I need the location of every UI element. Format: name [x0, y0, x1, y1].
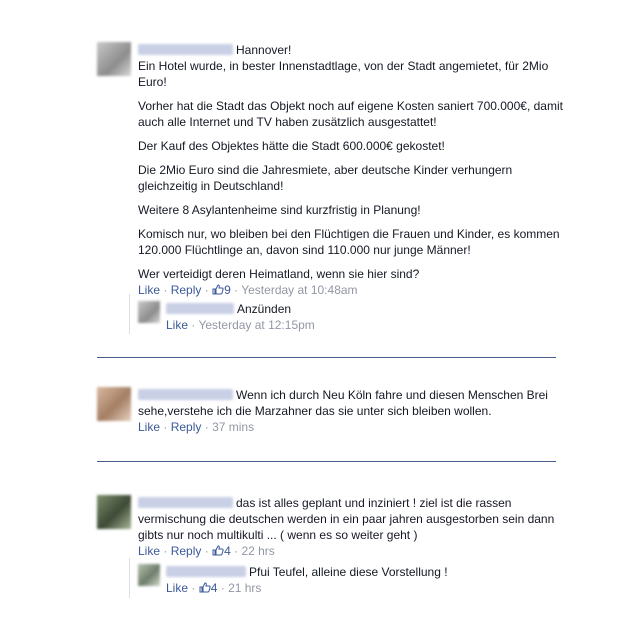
- like-link[interactable]: Like: [138, 283, 160, 297]
- author-name[interactable]: [138, 497, 233, 508]
- author-name[interactable]: [166, 303, 234, 314]
- reply-text: Anzünden: [166, 301, 568, 317]
- reply-link[interactable]: Reply: [171, 283, 202, 297]
- separator: ·: [204, 283, 209, 297]
- comment-paragraph: Die 2Mio Euro sind die Jahresmiete, aber…: [138, 163, 513, 193]
- like-count[interactable]: 4: [212, 544, 231, 558]
- timestamp[interactable]: Yesterday at 12:15pm: [198, 318, 314, 332]
- reply-text: Pfui Teufel, alleine diese Vorstellung !: [166, 564, 568, 580]
- comment-text: Wenn ich durch Neu Köln fahre und diesen…: [138, 388, 548, 418]
- separator: ·: [191, 318, 196, 332]
- reply-thread-line: [129, 558, 130, 598]
- comment-paragraph: Weitere 8 Asylantenheime sind kurzfristi…: [138, 203, 421, 217]
- like-count[interactable]: 9: [212, 283, 231, 297]
- author-name[interactable]: [138, 389, 233, 400]
- separator: ·: [163, 283, 168, 297]
- avatar[interactable]: [97, 387, 131, 421]
- comment-paragraph: Der Kauf des Objektes hätte die Stadt 60…: [138, 139, 445, 153]
- thumbs-up-icon: [199, 582, 211, 593]
- reply-actions: Like · Yesterday at 12:15pm: [166, 317, 568, 333]
- separator: ·: [220, 581, 225, 595]
- comment-actions: Like · Reply · 4 · 22 hrs: [138, 543, 567, 559]
- separator: ·: [204, 420, 209, 434]
- separator: ·: [234, 283, 239, 297]
- separator: ·: [191, 581, 196, 595]
- comment-paragraph: Vorher hat die Stadt das Objekt noch auf…: [138, 99, 563, 129]
- separator: ·: [163, 420, 168, 434]
- like-link[interactable]: Like: [166, 581, 188, 595]
- avatar[interactable]: [138, 301, 160, 323]
- comment-separator: [97, 357, 556, 358]
- comment-body: das ist alles geplant und inziniert ! zi…: [138, 495, 567, 559]
- timestamp[interactable]: 37 mins: [212, 420, 254, 434]
- reply-link[interactable]: Reply: [171, 420, 202, 434]
- like-link[interactable]: Like: [166, 318, 188, 332]
- avatar[interactable]: [138, 564, 160, 586]
- thumbs-up-icon: [212, 284, 224, 295]
- author-name[interactable]: [138, 44, 233, 55]
- reply-body: Anzünden Like · Yesterday at 12:15pm: [166, 301, 568, 333]
- comment-text: das ist alles geplant und inziniert ! zi…: [138, 496, 555, 542]
- like-link[interactable]: Like: [138, 420, 160, 434]
- comment-paragraph: Wer verteidigt deren Heimatland, wenn si…: [138, 267, 420, 281]
- separator: ·: [204, 544, 209, 558]
- thumbs-up-icon: [212, 545, 224, 556]
- comment-paragraph: Komisch nur, wo bleiben bei den Flüchtig…: [138, 227, 560, 257]
- comment-body: Hannover! Ein Hotel wurde, in bester Inn…: [138, 42, 567, 298]
- reply-actions: Like · 4 · 21 hrs: [166, 580, 568, 596]
- comment-actions: Like · Reply · 9 · Yesterday at 10:48am: [138, 282, 567, 298]
- reply-thread-line: [129, 294, 130, 334]
- comment-separator: [97, 461, 556, 462]
- comment-body: Wenn ich durch Neu Köln fahre und diesen…: [138, 387, 567, 435]
- timestamp[interactable]: Yesterday at 10:48am: [241, 283, 357, 297]
- reply-body: Pfui Teufel, alleine diese Vorstellung !…: [166, 564, 568, 596]
- like-count[interactable]: 4: [199, 581, 217, 595]
- separator: ·: [163, 544, 168, 558]
- timestamp[interactable]: 22 hrs: [241, 544, 274, 558]
- separator: ·: [234, 544, 239, 558]
- avatar[interactable]: [97, 495, 131, 529]
- comment-actions: Like · Reply · 37 mins: [138, 419, 567, 435]
- timestamp[interactable]: 21 hrs: [228, 581, 261, 595]
- author-name[interactable]: [166, 566, 246, 577]
- comment-text: Hannover! Ein Hotel wurde, in bester Inn…: [138, 42, 567, 282]
- avatar[interactable]: [97, 42, 131, 76]
- reply-link[interactable]: Reply: [171, 544, 202, 558]
- like-link[interactable]: Like: [138, 544, 160, 558]
